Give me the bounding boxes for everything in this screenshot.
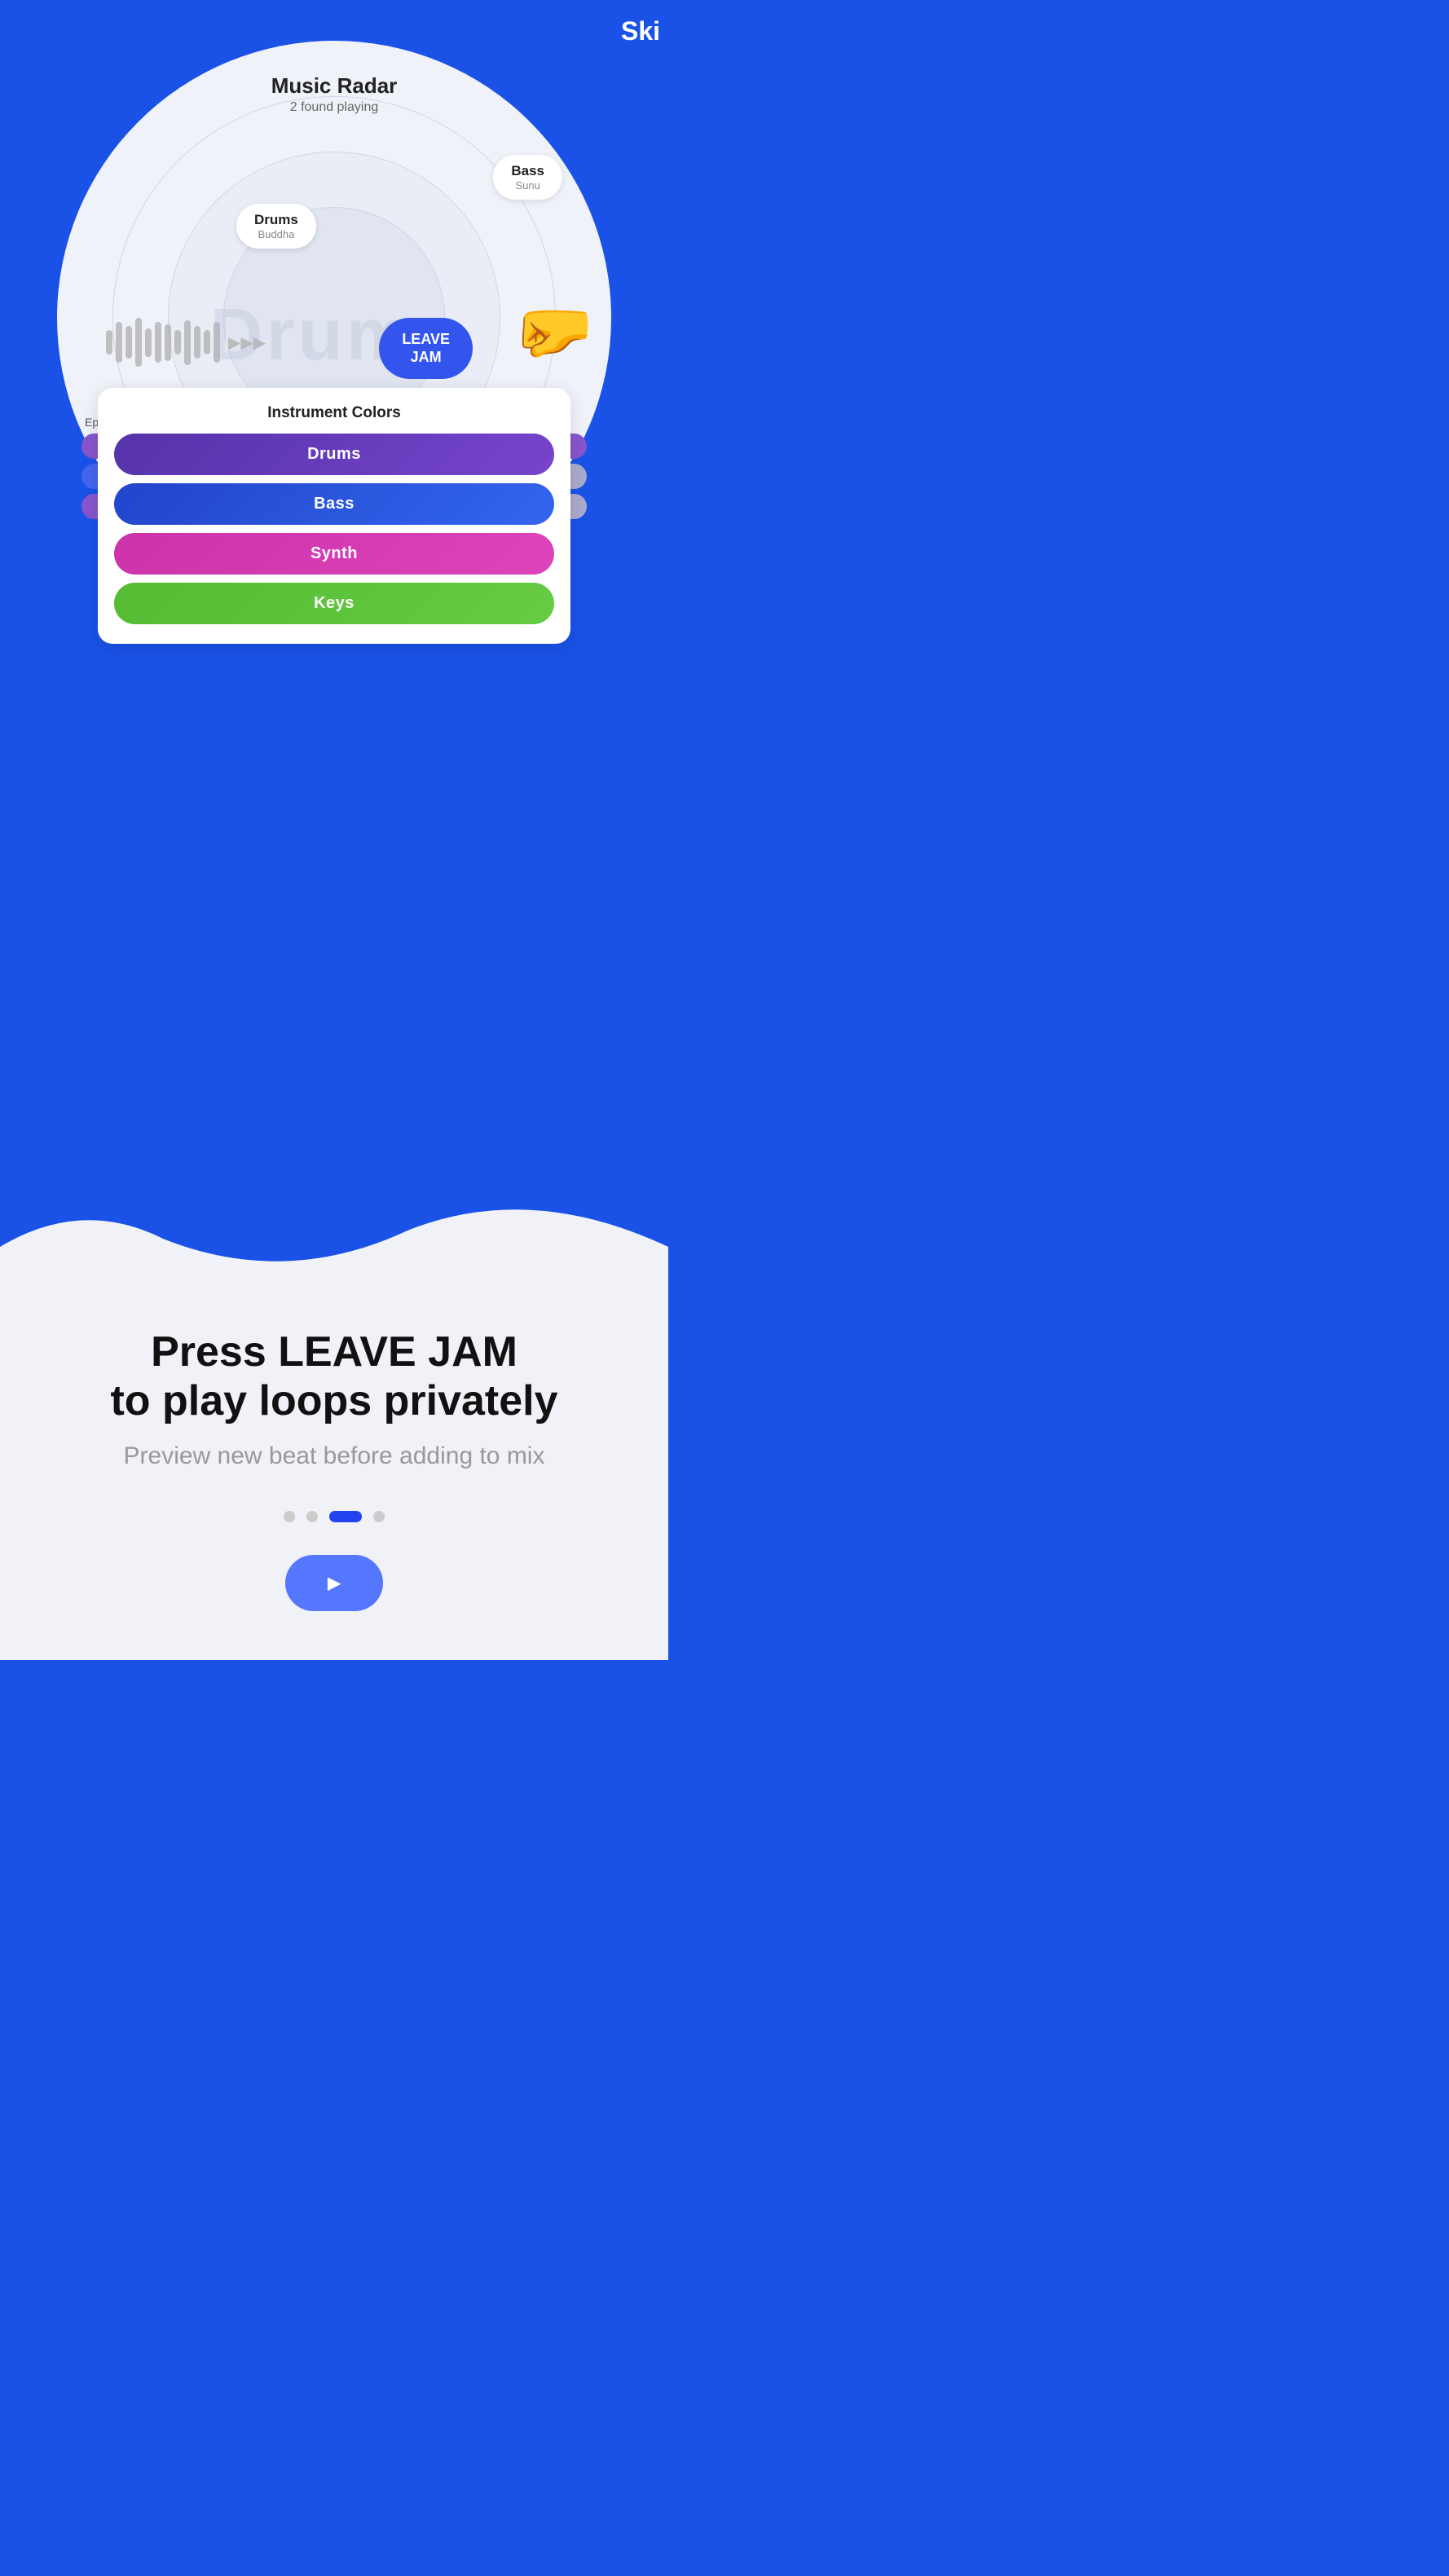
top-section: Ski Music Radar 2 found playing Drums Bu… (0, 0, 668, 733)
waveform-bar (214, 322, 220, 363)
synth-button[interactable]: Synth (114, 533, 554, 575)
waveform-bar (194, 326, 200, 359)
drums-bubble: Drums Buddha (236, 204, 316, 249)
leave-jam-line2: JAM (411, 349, 442, 365)
sub-heading: Preview new beat before adding to mix (24, 1442, 644, 1470)
pagination-dot-4[interactable] (373, 1511, 385, 1522)
waveform-bar (184, 320, 191, 365)
heading-line2: to play loops privately (110, 1377, 557, 1425)
waveform-bar (174, 330, 181, 354)
radar-title: Music Radar (271, 73, 398, 99)
instrument-panel: Instrument Colors Drums Bass Synth Keys (98, 388, 570, 644)
waveform-bar (155, 322, 161, 363)
bass-bubble-title: Bass (511, 163, 544, 179)
skip-button[interactable]: Ski (621, 16, 668, 46)
radar-circle: Music Radar 2 found playing Drums Buddha… (57, 41, 611, 595)
waveform-bar (165, 324, 171, 361)
pagination-dot-2[interactable] (306, 1511, 318, 1522)
leave-jam-button[interactable]: LEAVE JAM (379, 318, 473, 379)
drums-button[interactable]: Drums (114, 434, 554, 475)
bottom-section: Press LEAVE JAM to play loops privately … (0, 1263, 668, 1660)
pagination-dot-3-active[interactable] (329, 1511, 362, 1522)
main-heading: Press LEAVE JAM to play loops privately (24, 1328, 644, 1426)
arrow-right-icon: ▶▶▶ (228, 332, 266, 353)
wave-divider (0, 1198, 668, 1296)
keys-button[interactable]: Keys (114, 583, 554, 624)
waveform-bar (135, 318, 142, 367)
waveform-bar (126, 326, 132, 359)
panel-title: Instrument Colors (114, 404, 554, 422)
pagination-dot-1[interactable] (284, 1511, 295, 1522)
waveform-bar (204, 330, 210, 354)
drums-bubble-title: Drums (254, 212, 298, 228)
radar-subtitle: 2 found playing (271, 100, 398, 115)
heading-line1: Press LEAVE JAM (151, 1328, 518, 1376)
waveform-area: ▶▶▶ (106, 318, 266, 367)
bass-bubble-sub: Sunu (511, 179, 544, 192)
next-button[interactable]: ▶ (285, 1555, 383, 1611)
pointing-hand-icon: 🤜 (513, 293, 595, 370)
bass-bubble: Bass Sunu (493, 155, 562, 200)
bass-button[interactable]: Bass (114, 483, 554, 525)
leave-jam-line1: LEAVE (402, 331, 450, 347)
waveform-bar (116, 322, 122, 363)
radar-title-block: Music Radar 2 found playing (271, 73, 398, 115)
waveform-bar (145, 328, 152, 357)
waveform-bar (106, 330, 112, 354)
pagination-dots (24, 1511, 644, 1522)
drums-bubble-sub: Buddha (254, 228, 298, 240)
